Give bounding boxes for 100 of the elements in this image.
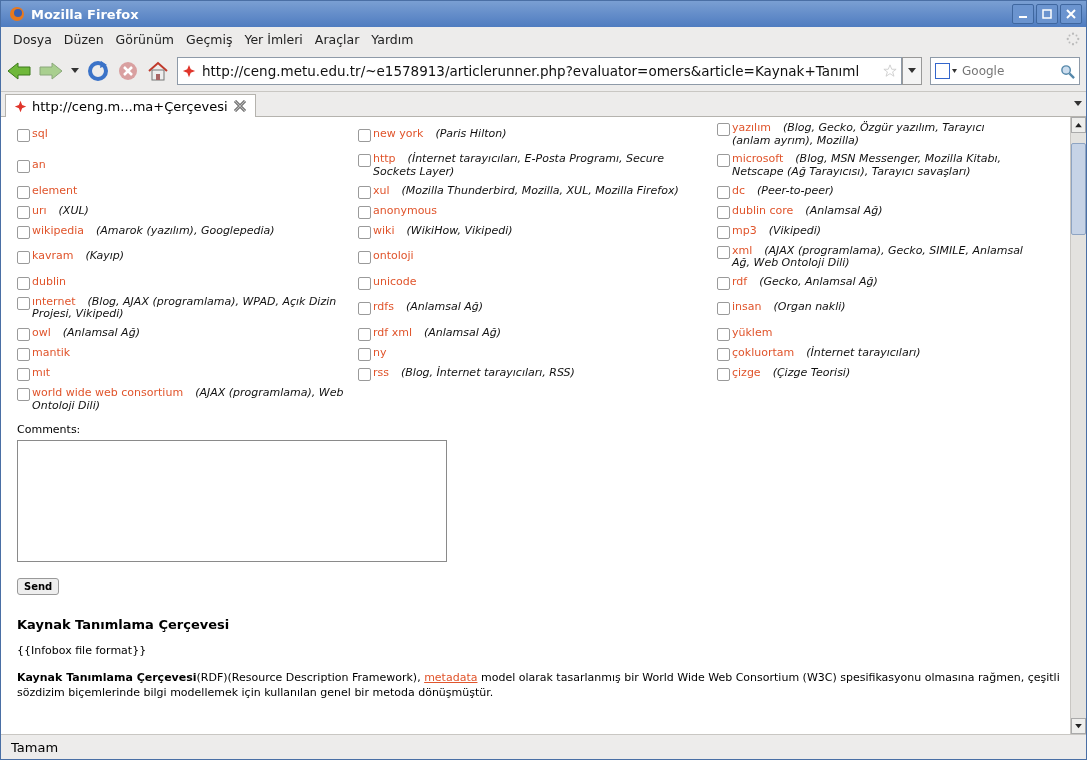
scroll-thumb[interactable] [1071,143,1086,235]
tag-link[interactable]: rss [373,366,389,380]
tag-link[interactable]: mp3 [732,223,757,237]
tag-link[interactable]: microsoft [732,152,784,166]
tag-link[interactable]: çokluortam [732,346,795,360]
tag-link[interactable]: wiki [373,223,395,237]
menu-item[interactable]: Görünüm [109,29,180,49]
reload-icon[interactable] [87,60,109,82]
menu-item[interactable]: Yardım [365,29,420,49]
checkbox[interactable] [358,368,371,382]
metadata-link[interactable]: metadata [424,671,478,685]
tag-link[interactable]: mıt [32,366,51,380]
tag-link[interactable]: ny [373,346,387,360]
tag-link[interactable]: rdf xml [373,326,412,340]
checkbox[interactable] [358,302,371,316]
checkbox[interactable] [17,368,30,382]
checkbox[interactable] [717,185,730,199]
tag-link[interactable]: kavram [32,249,74,263]
checkbox[interactable] [17,328,30,342]
tag-link[interactable]: ınternet [32,294,76,308]
tag-link[interactable]: world wide web consortium [32,386,184,400]
checkbox[interactable] [17,251,30,265]
browser-tab[interactable]: http://ceng.m...ma+Çerçevesi [5,94,256,117]
checkbox[interactable] [17,276,30,290]
checkbox[interactable] [717,205,730,219]
forward-arrow-icon[interactable] [39,61,63,81]
checkbox[interactable] [358,185,371,199]
star-icon[interactable] [883,64,897,78]
send-button[interactable]: Send [17,578,60,596]
checkbox[interactable] [717,276,730,290]
minimize-button[interactable] [1012,4,1034,24]
checkbox[interactable] [17,185,30,199]
checkbox[interactable] [358,348,371,362]
checkbox[interactable] [358,154,371,168]
scrollbar[interactable] [1070,117,1086,734]
checkbox[interactable] [17,348,30,362]
checkbox[interactable] [717,123,730,136]
tag-link[interactable]: dublin core [732,203,794,217]
search-engine-icon[interactable] [935,63,957,79]
maximize-button[interactable] [1036,4,1058,24]
checkbox[interactable] [17,159,30,173]
tag-link[interactable]: ontoloji [373,249,414,263]
search-icon[interactable] [1060,63,1075,79]
checkbox[interactable] [717,302,730,316]
tag-link[interactable]: http [373,152,396,166]
checkbox[interactable] [717,154,730,168]
caret-icon[interactable] [71,68,79,74]
tag-link[interactable]: dc [732,183,746,197]
tag-link[interactable]: anonymous [373,203,438,217]
close-button[interactable] [1060,4,1082,24]
stop-icon[interactable] [117,60,139,82]
checkbox[interactable] [358,128,371,142]
tag-link[interactable]: sql [32,126,48,140]
tag-link[interactable]: xml [732,243,753,257]
checkbox[interactable] [17,128,30,142]
checkbox[interactable] [717,328,730,342]
checkbox[interactable] [358,251,371,265]
scroll-down-button[interactable] [1071,718,1086,734]
menu-item[interactable]: Yer İmleri [238,29,309,49]
tag-link[interactable]: mantik [32,346,71,360]
checkbox[interactable] [717,348,730,362]
checkbox[interactable] [17,205,30,219]
tag-link[interactable]: owl [32,326,51,340]
tag-link[interactable]: rdfs [373,300,394,314]
checkbox[interactable] [358,225,371,239]
tag-link[interactable]: xul [373,183,390,197]
checkbox[interactable] [358,205,371,219]
tag-link[interactable]: yüklem [732,326,773,340]
tag-link[interactable]: yazılım [732,121,771,134]
menu-item[interactable]: Düzen [57,29,110,49]
back-arrow-icon[interactable] [7,61,31,81]
checkbox[interactable] [17,388,30,402]
menu-item[interactable]: Geçmiş [180,29,239,49]
home-icon[interactable] [147,60,169,82]
tag-link[interactable]: dublin [32,274,67,288]
menu-item[interactable]: Dosya [7,29,58,49]
address-bar[interactable]: http://ceng.metu.edu.tr/~e1578913/articlerunner.php?evaluator=omers&article=Kaynak+Tanıml [177,57,902,85]
search-box[interactable]: Google [930,57,1080,85]
checkbox[interactable] [717,368,730,382]
tag-link[interactable]: unicode [373,274,417,288]
checkbox[interactable] [717,225,730,239]
tag-link[interactable]: wikipedia [32,223,84,237]
tag-link[interactable]: element [32,183,78,197]
scroll-up-button[interactable] [1071,117,1086,133]
checkbox[interactable] [358,328,371,342]
tag-link[interactable]: an [32,157,46,171]
comments-field[interactable] [17,440,447,563]
checkbox[interactable] [17,225,30,239]
checkbox[interactable] [17,296,30,310]
checkbox[interactable] [717,245,730,259]
menu-item[interactable]: Araçlar [308,29,366,49]
dropdown-button[interactable] [902,57,922,85]
tag-link[interactable]: new york [373,126,424,140]
tag-link[interactable]: urı [32,203,47,217]
checkbox[interactable] [358,276,371,290]
tag-link[interactable]: çizge [732,366,761,380]
tag-link[interactable]: insan [732,300,762,314]
tag-link[interactable]: rdf [732,274,748,288]
close-tab-icon[interactable] [232,99,247,113]
tab-list-caret-icon[interactable] [1074,101,1082,107]
